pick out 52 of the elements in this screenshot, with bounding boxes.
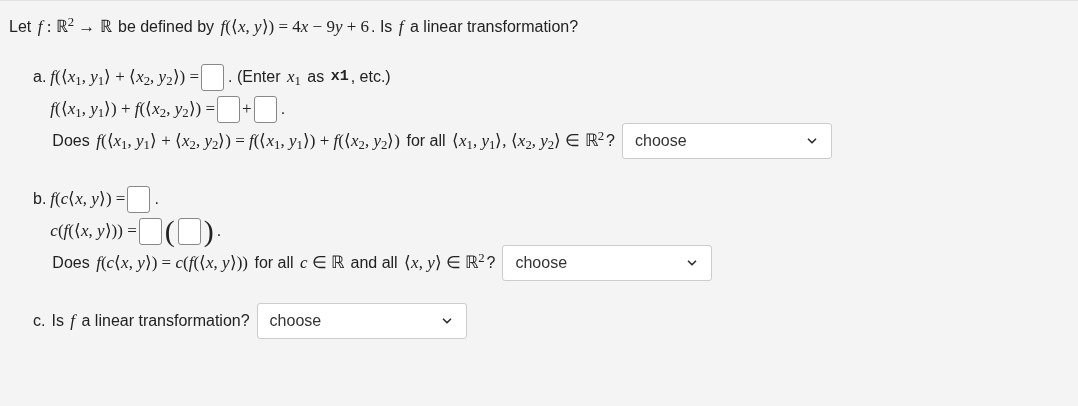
question-text: Let	[9, 17, 33, 37]
answer-box[interactable]	[127, 185, 151, 213]
question-text: for all	[253, 253, 295, 273]
question-text: a linear transformation?	[409, 17, 579, 37]
math-expression: ⟨x, y⟩ ∈ ℝ$^{2}$	[404, 250, 485, 275]
question-text: and all	[349, 253, 399, 273]
math-expression: c(f(⟨x, y⟩)) =	[50, 220, 137, 243]
part-label: b.	[33, 189, 47, 209]
answer-box[interactable]	[177, 217, 201, 245]
question-text: as	[306, 67, 326, 87]
question-text: .	[154, 189, 159, 209]
math-expression: + 6	[345, 16, 370, 39]
math-expression: c ∈ ℝ	[300, 252, 345, 275]
math-expression: y	[334, 16, 343, 39]
choose-dropdown[interactable]: choose	[502, 245, 713, 281]
answer-box[interactable]	[253, 95, 277, 123]
math-expression: f	[70, 310, 76, 333]
math-expression: f : ℝ$^{2}$ → ℝ	[37, 14, 112, 39]
math-expression: f(⟨x$_{1}$, y$_{1}$⟩) + f(⟨x$_{2}$, y$_{2}$⟩) =	[50, 98, 216, 122]
math-expression: f(c⟨x, y⟩) =	[50, 188, 126, 211]
math-expression: f(c⟨x, y⟩) = c(f(⟨x, y⟩))	[96, 252, 248, 275]
math-expression: f(⟨x$_{1}$, y$_{1}$⟩ + ⟨x$_{2}$, y$_{2}$⟩) =	[50, 66, 200, 90]
math-expression: +	[242, 98, 252, 121]
code-text: x1	[330, 66, 349, 87]
answer-box[interactable]	[138, 217, 162, 245]
question-text: ?	[486, 253, 496, 273]
math-expression: f(⟨x$_{1}$, y$_{1}$⟩ + ⟨x$_{2}$, y$_{2}$⟩) = f(⟨x$_{1}$, y$_{1}$⟩) + f(⟨x$_{2}$, y$_{2}$⟩)	[96, 130, 400, 154]
math-expression: ⟨x$_{1}$, y$_{1}$⟩, ⟨x$_{2}$, y$_{2}$⟩ ∈ ℝ$^{2}$	[452, 128, 605, 154]
math-expression: x	[300, 16, 309, 39]
parenthesis: (	[164, 217, 175, 245]
parenthesis: )	[203, 217, 214, 245]
math-expression: x$_{1}$	[286, 66, 301, 90]
question-text: . (Enter	[228, 67, 282, 87]
question-text: .	[216, 221, 222, 241]
question-text: for all	[405, 131, 447, 151]
question-text: Does	[52, 131, 91, 151]
question-text: , etc.)	[350, 67, 391, 87]
question-text: a linear transformation?	[80, 311, 250, 331]
part-label: a.	[33, 67, 47, 87]
math-expression: f(⟨x, y⟩) = 4	[220, 16, 301, 39]
choose-dropdown[interactable]: choose	[256, 303, 467, 339]
question-text: . Is	[371, 17, 394, 37]
answer-box[interactable]	[201, 63, 225, 91]
choose-dropdown[interactable]: choose	[622, 123, 832, 159]
question-text: ?	[606, 131, 615, 151]
question-text: Is	[51, 311, 65, 331]
question-text: Does	[52, 253, 91, 273]
answer-box[interactable]	[217, 95, 241, 123]
part-label: c.	[33, 311, 46, 331]
math-expression: f	[398, 16, 404, 39]
question-text: be defined by	[116, 17, 216, 37]
question-text: .	[280, 99, 286, 119]
